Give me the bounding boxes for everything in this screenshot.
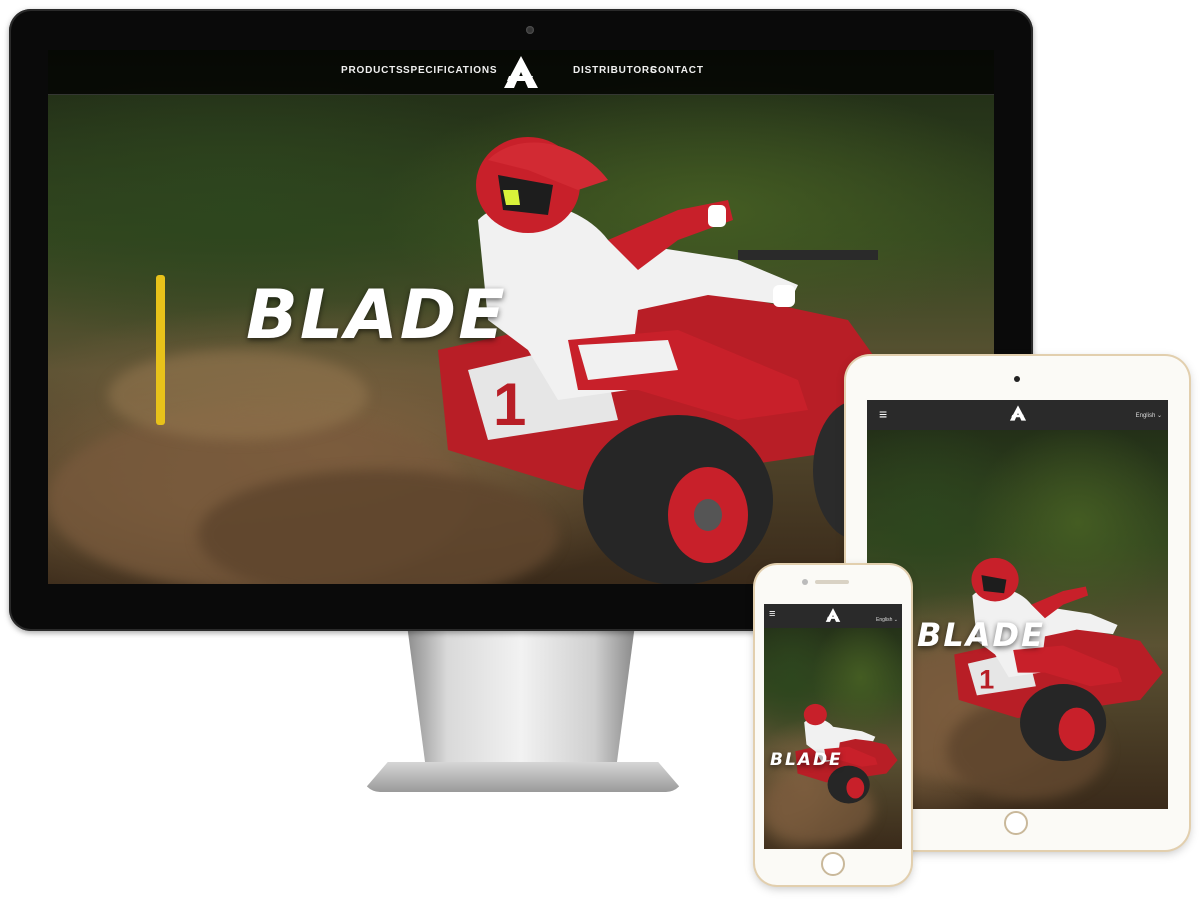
tablet-screen: 1 ≡ English ⌄ BLADE xyxy=(867,400,1168,809)
hero-blade-logo: BLADE xyxy=(246,276,507,355)
phone-hero-image xyxy=(764,604,902,849)
camera-icon xyxy=(1014,376,1020,382)
tablet-hero-blade-logo: BLADE xyxy=(917,616,1045,654)
imac-stand xyxy=(407,631,635,781)
blade-logo-mark-icon[interactable] xyxy=(1008,404,1028,427)
hamburger-icon[interactable]: ≡ xyxy=(879,407,887,421)
phone-header: ≡ English ⌄ xyxy=(764,604,902,628)
speaker-icon xyxy=(815,580,849,584)
blade-logo-mark-icon[interactable] xyxy=(824,607,842,628)
svg-text:1: 1 xyxy=(979,664,994,695)
tablet-header: ≡ English ⌄ xyxy=(867,400,1168,430)
phone-hero-blade-logo: BLADE xyxy=(770,750,843,770)
camera-icon xyxy=(526,26,534,34)
nav-item-contact[interactable]: CONTACT xyxy=(650,65,704,76)
svg-text:1: 1 xyxy=(493,371,526,438)
blade-logo-mark-icon[interactable] xyxy=(500,54,542,95)
camera-icon xyxy=(802,579,808,585)
hamburger-icon[interactable]: ≡ xyxy=(769,609,775,620)
phone-screen: ≡ English ⌄ BLADE xyxy=(764,604,902,849)
nav-item-products[interactable]: PRODUCTS xyxy=(341,65,404,76)
imac-base xyxy=(362,762,684,792)
phone-rider-illustration xyxy=(795,703,898,804)
nav-item-distributors[interactable]: DISTRIBUTORS xyxy=(573,65,657,76)
tablet-hero-image: 1 xyxy=(867,400,1168,809)
language-selector[interactable]: English ⌄ xyxy=(876,617,898,623)
home-button xyxy=(1004,811,1028,835)
top-navigation: PRODUCTS SPECIFICATIONS DISTRIBUTORS CON… xyxy=(48,50,994,95)
language-selector[interactable]: English ⌄ xyxy=(1136,412,1162,419)
home-button xyxy=(821,852,845,876)
nav-item-specifications[interactable]: SPECIFICATIONS xyxy=(403,65,497,76)
